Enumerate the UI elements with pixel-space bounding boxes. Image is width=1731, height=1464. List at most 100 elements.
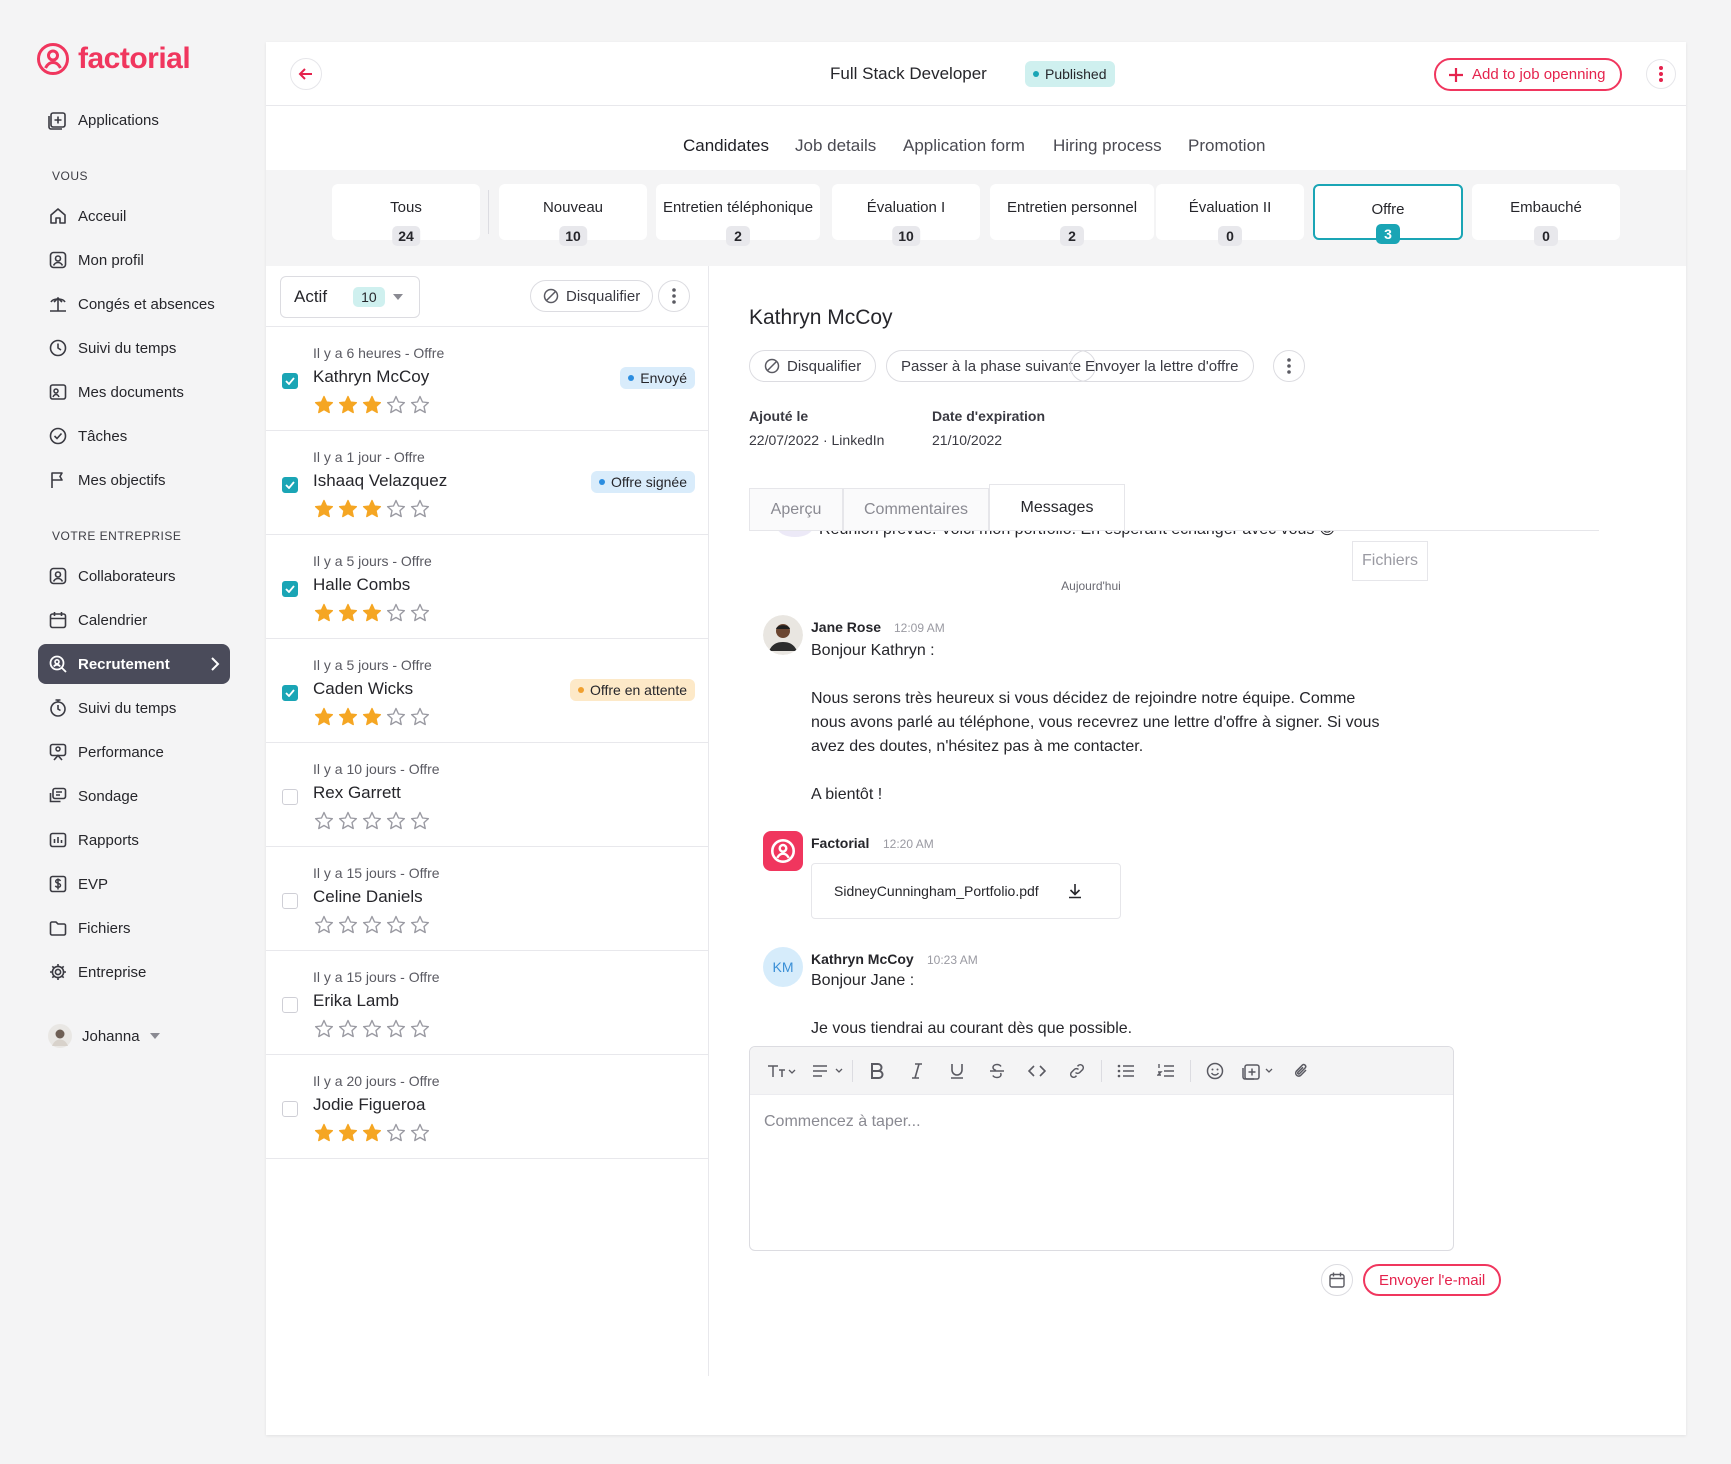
star-empty-icon[interactable] [410, 1019, 430, 1039]
candidate-row[interactable]: Il y a 6 heures - Offre Kathryn McCoy Envo… [266, 327, 709, 431]
rating-stars[interactable] [314, 395, 430, 415]
rating-stars[interactable] [314, 499, 430, 519]
header-more-button[interactable] [1646, 59, 1676, 89]
candidate-checkbox[interactable] [282, 1101, 298, 1117]
sidebar-item-timer[interactable]: Suivi du temps [38, 688, 230, 728]
bulk-disqualify-button[interactable]: Disqualifier [530, 280, 654, 312]
candidate-checkbox[interactable] [282, 685, 298, 701]
star-empty-icon[interactable] [410, 1123, 430, 1143]
status-filter-select[interactable]: Actif 10 [280, 276, 420, 318]
download-icon[interactable] [1067, 883, 1083, 899]
star-empty-icon[interactable] [314, 915, 334, 935]
tab-promotion[interactable]: Promotion [1188, 136, 1265, 156]
candidate-row[interactable]: Il y a 1 jour - Offre Ishaaq Velazquez Off… [266, 431, 709, 535]
star-filled-icon[interactable] [362, 603, 382, 623]
star-empty-icon[interactable] [338, 915, 358, 935]
star-empty-icon[interactable] [362, 1019, 382, 1039]
factorial-logo[interactable]: factorial [36, 42, 191, 76]
schedule-button[interactable] [1321, 1264, 1353, 1296]
tab-job-details[interactable]: Job details [795, 136, 876, 156]
tab-candidates[interactable]: Candidates [683, 136, 769, 156]
star-empty-icon[interactable] [410, 915, 430, 935]
rating-stars[interactable] [314, 915, 430, 935]
bullet-list-button[interactable] [1106, 1051, 1146, 1091]
bold-button[interactable] [857, 1051, 897, 1091]
rating-stars[interactable] [314, 707, 430, 727]
sidebar-item-payroll[interactable]: EVP [38, 864, 230, 904]
sidebar-item-vacation[interactable]: Congés et absences [38, 284, 230, 324]
align-button[interactable] [808, 1051, 848, 1091]
candidate-checkbox[interactable] [282, 789, 298, 805]
sidebar-item-documents[interactable]: Mes documents [38, 372, 230, 412]
stage-tab-offer[interactable]: Offre 3 [1313, 184, 1463, 244]
star-filled-icon[interactable] [362, 499, 382, 519]
sidebar-item-applications[interactable]: Applications [38, 100, 230, 140]
star-empty-icon[interactable] [338, 811, 358, 831]
text-size-button[interactable] [762, 1051, 802, 1091]
sidebar-item-performance[interactable]: Performance [38, 732, 230, 772]
sidebar-item-files[interactable]: Fichiers [38, 908, 230, 948]
star-empty-icon[interactable] [338, 1019, 358, 1039]
detail-more-button[interactable] [1273, 350, 1305, 382]
code-button[interactable] [1017, 1051, 1057, 1091]
message-thread[interactable]: Réunion prévue. Voici mon portfolio. En … [749, 530, 1599, 1040]
star-filled-icon[interactable] [338, 1123, 358, 1143]
numbered-list-button[interactable] [1146, 1051, 1186, 1091]
sidebar-item-reports[interactable]: Rapports [38, 820, 230, 860]
star-filled-icon[interactable] [362, 707, 382, 727]
sidebar-item-employees[interactable]: Collaborateurs [38, 556, 230, 596]
underline-button[interactable] [937, 1051, 977, 1091]
stage-tab-personal-interview[interactable]: Entretien personnel 2 [990, 184, 1154, 246]
rating-stars[interactable] [314, 1123, 430, 1143]
tab-application-form[interactable]: Application form [903, 136, 1025, 156]
stage-tab-new[interactable]: Nouveau 10 [499, 184, 647, 246]
candidate-row[interactable]: Il y a 15 jours - Offre Erika Lamb [266, 951, 709, 1055]
candidate-checkbox[interactable] [282, 893, 298, 909]
star-empty-icon[interactable] [386, 395, 406, 415]
star-empty-icon[interactable] [386, 811, 406, 831]
star-filled-icon[interactable] [338, 395, 358, 415]
star-empty-icon[interactable] [386, 707, 406, 727]
star-filled-icon[interactable] [314, 395, 334, 415]
sidebar-item-time-tracking[interactable]: Suivi du temps [38, 328, 230, 368]
emoji-button[interactable] [1195, 1051, 1235, 1091]
star-empty-icon[interactable] [314, 811, 334, 831]
list-more-button[interactable] [658, 280, 690, 312]
sidebar-item-objectives[interactable]: Mes objectifs [38, 460, 230, 500]
sidebar-item-profile[interactable]: Mon profil [38, 240, 230, 280]
star-empty-icon[interactable] [410, 603, 430, 623]
link-button[interactable] [1057, 1051, 1097, 1091]
send-email-button[interactable]: Envoyer l'e-mail [1363, 1264, 1502, 1296]
candidate-row[interactable]: Il y a 20 jours - Offre Jodie Figueroa [266, 1055, 709, 1159]
user-menu[interactable]: Johanna [38, 1016, 230, 1056]
star-empty-icon[interactable] [362, 915, 382, 935]
insert-button[interactable] [1235, 1051, 1281, 1091]
star-empty-icon[interactable] [386, 499, 406, 519]
file-attachment[interactable]: SidneyCunningham_Portfolio.pdf [811, 863, 1121, 919]
stage-tab-evaluation-1[interactable]: Évaluation I 10 [832, 184, 980, 246]
rating-stars[interactable] [314, 811, 430, 831]
candidate-row[interactable]: Il y a 5 jours - Offre Caden Wicks Offre e… [266, 639, 709, 743]
send-offer-letter-button[interactable]: Envoyer la lettre d'offre [1070, 350, 1254, 382]
next-stage-button[interactable]: Passer à la phase suivante [886, 350, 1097, 382]
sidebar-item-recruitment[interactable]: Recrutement [38, 644, 230, 684]
candidate-checkbox[interactable] [282, 997, 298, 1013]
candidate-checkbox[interactable] [282, 373, 298, 389]
stage-tab-phone-interview[interactable]: Entretien téléphonique 2 [656, 184, 820, 246]
star-empty-icon[interactable] [410, 395, 430, 415]
star-empty-icon[interactable] [386, 915, 406, 935]
star-filled-icon[interactable] [338, 707, 358, 727]
stage-tab-all[interactable]: Tous 24 [332, 184, 480, 246]
star-empty-icon[interactable] [386, 1123, 406, 1143]
stage-tab-hired[interactable]: Embauché 0 [1472, 184, 1620, 246]
candidate-checkbox[interactable] [282, 581, 298, 597]
disqualify-button[interactable]: Disqualifier [749, 350, 877, 382]
rating-stars[interactable] [314, 1019, 430, 1039]
star-filled-icon[interactable] [362, 1123, 382, 1143]
candidate-row[interactable]: Il y a 10 jours - Offre Rex Garrett [266, 743, 709, 847]
tab-hiring-process[interactable]: Hiring process [1053, 136, 1162, 156]
back-button[interactable] [290, 58, 322, 90]
star-empty-icon[interactable] [386, 603, 406, 623]
tab-comments[interactable]: Commentaires [843, 488, 989, 530]
candidate-row[interactable]: Il y a 15 jours - Offre Celine Daniels [266, 847, 709, 951]
